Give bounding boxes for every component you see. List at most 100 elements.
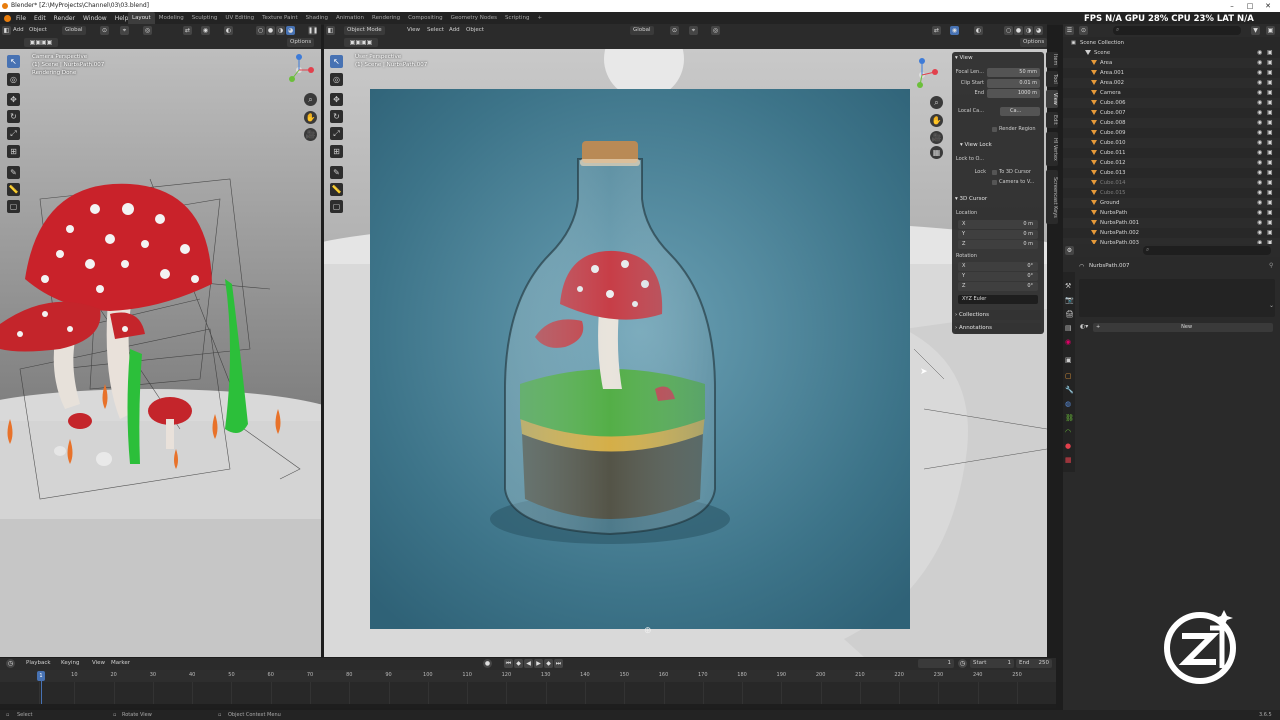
move-tool-icon[interactable]: ✥ (330, 93, 343, 106)
editor-type-icon[interactable]: ☰ (1065, 26, 1074, 35)
render-camera-icon[interactable]: ▣ (1267, 198, 1273, 208)
visibility-eye-icon[interactable]: ◉ (1257, 98, 1262, 108)
texture-tab-icon[interactable]: ▦ (1065, 456, 1072, 464)
render-tab-icon[interactable]: 📷 (1065, 296, 1074, 304)
visibility-eye-icon[interactable]: ◉ (1257, 68, 1262, 78)
outliner-item[interactable]: Cube.010 ◉ ▣ (1063, 138, 1280, 148)
close-icon[interactable]: ✕ (1259, 0, 1277, 12)
annotations-header[interactable]: › Annotations (955, 323, 1041, 333)
add-cube-tool-icon[interactable]: ▢ (7, 200, 20, 213)
location-z-field[interactable]: Z 0 m (958, 240, 1038, 249)
editor-type-icon[interactable]: ◷ (6, 659, 15, 668)
visibility-eye-icon[interactable]: ◉ (1257, 108, 1262, 118)
render-camera-icon[interactable]: ▣ (1267, 58, 1273, 68)
render-camera-icon[interactable]: ▣ (1267, 218, 1273, 228)
visibility-eye-icon[interactable]: ◉ (1257, 78, 1262, 88)
orientation-dropdown[interactable]: Global (62, 26, 86, 35)
end-frame-field[interactable]: End 250 (1016, 659, 1052, 668)
lock-to-cursor-checkbox[interactable] (992, 170, 997, 175)
select-mode-icons[interactable]: ▣▣▣▣ (24, 38, 58, 47)
rotate-tool-icon[interactable]: ↻ (330, 110, 343, 123)
outliner-item[interactable]: Cube.008 ◉ ▣ (1063, 118, 1280, 128)
menu-playback[interactable]: Playback (26, 659, 51, 668)
move-tool-icon[interactable]: ✥ (7, 93, 20, 106)
left-viewport[interactable]: Camera Perspective (1) Scene | NurbsPath… (0, 49, 321, 657)
render-camera-icon[interactable]: ▣ (1267, 128, 1273, 138)
jump-end-icon[interactable]: ⏭ (554, 659, 563, 668)
outliner-item[interactable]: Cube.012 ◉ ▣ (1063, 158, 1280, 168)
play-reverse-icon[interactable]: ◀ (524, 659, 533, 668)
overlay-icon[interactable]: ◐ (224, 26, 233, 35)
render-camera-icon[interactable]: ▣ (1267, 168, 1273, 178)
render-camera-icon[interactable]: ▣ (1267, 138, 1273, 148)
preview-range-icon[interactable]: ◷ (958, 659, 967, 668)
new-collection-icon[interactable]: ▣ (1266, 26, 1275, 35)
camera-view-icon[interactable]: 🎥 (304, 128, 317, 141)
visibility-eye-icon[interactable]: ◉ (1257, 188, 1262, 198)
add-cube-tool-icon[interactable]: ▢ (330, 200, 343, 213)
rotate-tool-icon[interactable]: ↻ (7, 110, 20, 123)
outliner[interactable]: ▣ Scene Collection Scene ◉ ▣ Area ◉ ▣ Area.001… (1063, 37, 1280, 248)
local-camera-field[interactable]: Ca... (1000, 107, 1040, 116)
play-icon[interactable]: ▶ (534, 659, 543, 668)
menu-keying[interactable]: Keying (61, 659, 79, 668)
options-dropdown[interactable]: Options (1020, 38, 1048, 47)
filter-icon[interactable]: ▼ (1251, 26, 1260, 35)
options-dropdown[interactable]: Options (287, 38, 315, 47)
wireframe-shading-icon[interactable]: ○ (256, 26, 265, 35)
view-section-header[interactable]: ▾ View (955, 53, 1041, 63)
menu-add[interactable]: Add (449, 26, 460, 35)
material-tab-icon[interactable]: ● (1065, 442, 1071, 450)
tab-item[interactable]: Item (1046, 52, 1058, 68)
physics-tab-icon[interactable]: ◍ (1065, 400, 1071, 408)
select-mode-icons[interactable]: ▣▣▣▣ (344, 38, 378, 47)
render-camera-icon[interactable]: ▣ (1267, 88, 1273, 98)
location-y-field[interactable]: Y 0 m (958, 230, 1038, 239)
maximize-icon[interactable]: □ (1241, 0, 1259, 12)
rotation-z-field[interactable]: Z 0° (958, 282, 1038, 291)
outliner-item[interactable]: Cube.006 ◉ ▣ (1063, 98, 1280, 108)
pin-icon[interactable]: ⚲ (1269, 262, 1273, 269)
material-shading-icon[interactable]: ◑ (276, 26, 285, 35)
scene-tab-icon[interactable]: ◉ (1065, 338, 1071, 346)
record-icon[interactable]: ● (483, 659, 492, 668)
world-tab-icon[interactable]: ▣ (1065, 356, 1072, 364)
rendered-shading-icon[interactable]: ◕ (1034, 26, 1043, 35)
menu-object[interactable]: Object (466, 26, 484, 35)
outliner-item[interactable]: Ground ◉ ▣ (1063, 198, 1280, 208)
outliner-item[interactable]: NurbsPath ◉ ▣ (1063, 208, 1280, 218)
navigation-gizmo-icon[interactable] (902, 55, 942, 91)
browse-material-icon[interactable]: ◐▾ (1080, 323, 1088, 330)
object-tab-icon[interactable]: ▢ (1065, 372, 1072, 380)
outliner-item[interactable]: Cube.009 ◉ ▣ (1063, 128, 1280, 138)
menu-marker[interactable]: Marker (111, 659, 130, 668)
properties-search-input[interactable]: ⌕ (1143, 246, 1271, 255)
render-camera-icon[interactable]: ▣ (1267, 78, 1273, 88)
editor-type-icon[interactable]: ⚙ (1065, 246, 1074, 255)
clip-start-field[interactable]: 0.01 m (987, 79, 1040, 88)
outliner-search-input[interactable]: ⌕ (1113, 26, 1241, 35)
previous-keyframe-icon[interactable]: ◆ (514, 659, 523, 668)
jump-start-icon[interactable]: ⏮ (504, 659, 513, 668)
cursor-tool-icon[interactable]: ◎ (330, 73, 343, 86)
location-x-field[interactable]: X 0 m (958, 220, 1038, 229)
new-material-button[interactable]: + New (1093, 323, 1273, 332)
proportional-edit-icon[interactable]: ◎ (711, 26, 720, 35)
menu-view[interactable]: View (407, 26, 420, 35)
show-gizmo-icon[interactable]: ⇄ (183, 26, 192, 35)
outliner-item[interactable]: Area.001 ◉ ▣ (1063, 68, 1280, 78)
pivot-icon[interactable]: ⊙ (100, 26, 109, 35)
data-tab-icon[interactable]: ◠ (1065, 428, 1071, 436)
visibility-eye-icon[interactable]: ◉ (1257, 118, 1262, 128)
visibility-eye-icon[interactable]: ◉ (1257, 228, 1262, 238)
outliner-item[interactable]: NurbsPath.001 ◉ ▣ (1063, 218, 1280, 228)
timeline-scrollbar[interactable] (0, 704, 1056, 708)
display-mode-icon[interactable]: ⊙ (1079, 26, 1088, 35)
right-viewport[interactable]: User Perspective (1) Scene | NurbsPath.0… (324, 49, 1047, 657)
outliner-item[interactable]: Cube.015 ◉ ▣ (1063, 188, 1280, 198)
render-camera-icon[interactable]: ▣ (1267, 48, 1273, 58)
current-frame-field[interactable]: 1 (918, 659, 954, 668)
outliner-item[interactable]: NurbsPath.002 ◉ ▣ (1063, 228, 1280, 238)
modifier-tab-icon[interactable]: 🔧 (1065, 386, 1074, 394)
camera-to-view-checkbox[interactable] (992, 180, 997, 185)
